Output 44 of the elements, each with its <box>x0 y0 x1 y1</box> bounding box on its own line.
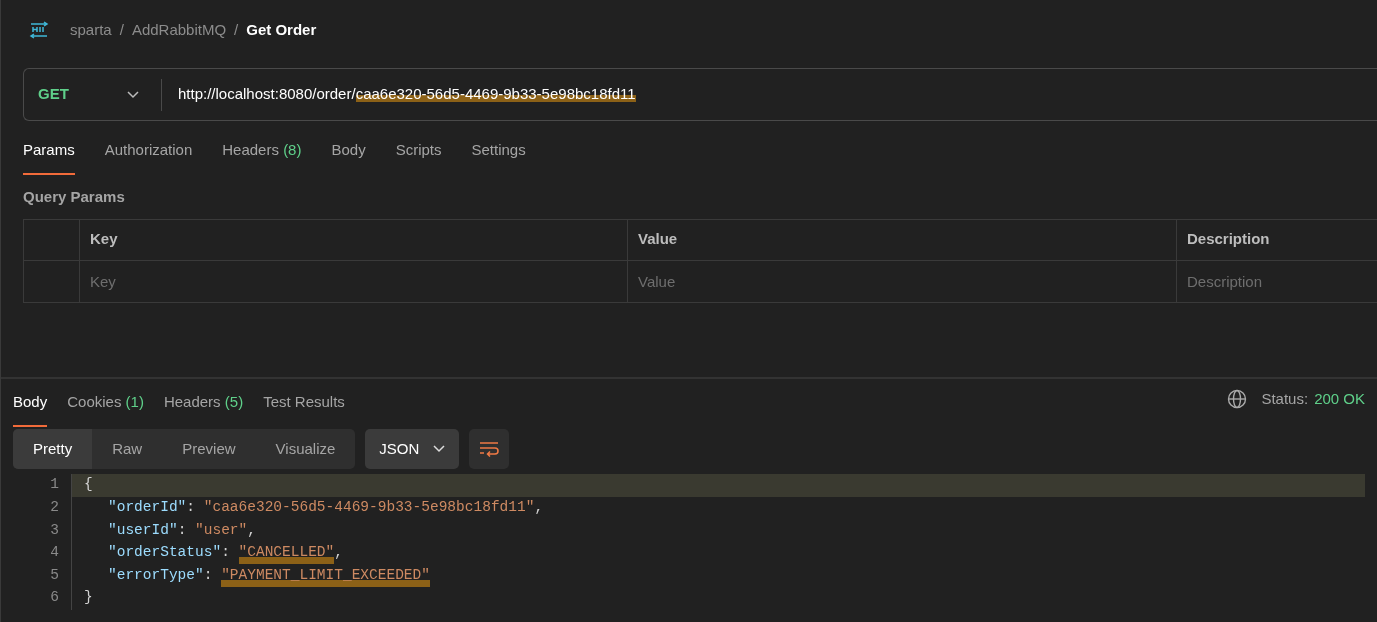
code-line: "errorType": "PAYMENT_LIMIT_EXCEEDED" <box>71 564 430 587</box>
tab[interactable]: Test Results <box>263 379 345 427</box>
table-input-field[interactable]: Value <box>628 260 1176 302</box>
view-mode-tab[interactable]: Preview <box>162 429 256 469</box>
tab[interactable]: Params <box>23 127 75 175</box>
request-title: Get Order <box>246 19 317 40</box>
status-value: 200 OK <box>1314 388 1365 409</box>
url-input[interactable]: http://localhost:8080/order/caa6e320-56d5-4469-9b33-5e98bc18fd11 <box>162 83 636 106</box>
wrap-lines-icon <box>479 441 500 457</box>
swap-arrows-icon <box>28 21 50 39</box>
breadcrumb-link[interactable]: AddRabbitMQ <box>131 18 227 42</box>
tab[interactable]: Headers (8) <box>222 127 302 175</box>
chevron-down-icon <box>127 90 139 99</box>
table-input-field[interactable]: Description <box>1177 260 1377 302</box>
section-title: Query Params <box>23 187 126 207</box>
breadcrumb-separator: / <box>119 19 124 40</box>
column-header: Value <box>627 219 1177 260</box>
globe-icon[interactable] <box>1227 389 1248 409</box>
view-mode-tab[interactable]: Raw <box>92 429 163 469</box>
breadcrumb-link[interactable]: sparta <box>70 18 112 42</box>
table-input-field[interactable]: Key <box>80 260 627 302</box>
code-line: "orderId": "caa6e320-56d5-4469-9b33-5e98bc18fd11", <box>71 496 544 520</box>
tab[interactable]: Headers (5) <box>163 379 244 427</box>
view-mode-tab[interactable]: Pretty <box>13 429 93 469</box>
format-dropdown[interactable]: JSON <box>365 429 460 469</box>
line-number: 1 <box>13 474 71 497</box>
chevron-down-icon <box>433 445 446 453</box>
view-mode-tab[interactable]: Visualize <box>255 429 356 469</box>
tab[interactable]: Scripts <box>395 127 442 175</box>
code-line: "userId": "user", <box>71 519 256 542</box>
breadcrumb-separator: / <box>234 19 239 40</box>
status-label: Status: <box>1261 388 1309 409</box>
code-line: } <box>71 586 93 610</box>
tab[interactable]: Body <box>331 127 366 175</box>
method-dropdown[interactable]: GET <box>24 78 162 111</box>
code-line: { <box>71 474 93 497</box>
column-header: Key <box>79 219 628 260</box>
tab[interactable]: Authorization <box>104 127 193 175</box>
column-header: Description <box>1176 219 1377 260</box>
tab[interactable]: Cookies (1) <box>67 379 144 427</box>
tab[interactable]: Body <box>13 379 48 427</box>
wrap-button[interactable] <box>469 429 510 469</box>
tab[interactable]: Settings <box>471 127 526 175</box>
code-line: "orderStatus": "CANCELLED", <box>71 541 343 565</box>
